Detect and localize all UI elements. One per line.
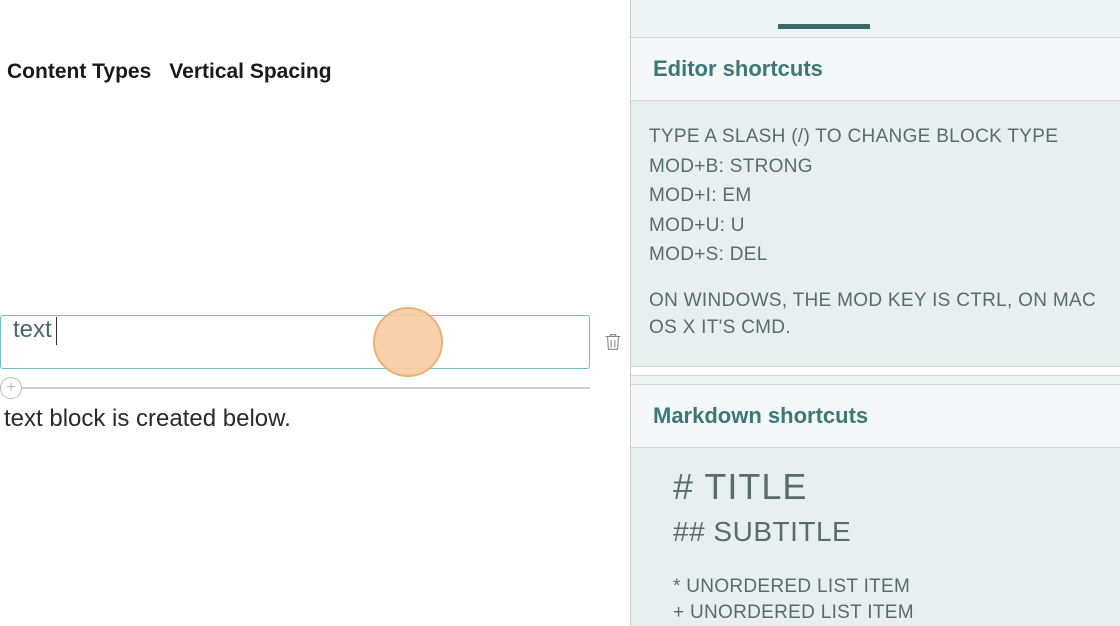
trash-icon[interactable] (602, 330, 624, 354)
md-subtitle: ## SUBTITLE (673, 516, 1078, 548)
editor-area: text + (0, 315, 630, 369)
md-list-item: + UNORDERED LIST ITEM (673, 602, 1078, 624)
left-panel: Content Types Vertical Spacing text + te… (0, 0, 630, 626)
tab-indicator (778, 24, 870, 29)
editor-shortcuts-header[interactable]: Editor shortcuts (631, 37, 1120, 101)
tab-content-types[interactable]: Content Types (7, 60, 151, 84)
shortcut-line: MOD+U: U (649, 212, 1102, 240)
md-title: # TITLE (673, 466, 1078, 508)
plus-icon[interactable]: + (0, 377, 22, 399)
editor-shortcuts-body: TYPE A SLASH (/) TO CHANGE BLOCK TYPE MO… (631, 101, 1120, 366)
markdown-shortcuts-body: # TITLE ## SUBTITLE * UNORDERED LIST ITE… (631, 448, 1120, 626)
below-text: text block is created below. (4, 405, 291, 433)
shortcut-line: MOD+S: DEL (649, 241, 1102, 269)
input-text: text (13, 316, 52, 343)
md-list-item: * UNORDERED LIST ITEM (673, 576, 1078, 598)
tab-vertical-spacing[interactable]: Vertical Spacing (169, 60, 331, 84)
text-block-input[interactable]: text (0, 315, 590, 369)
shortcut-line: MOD+I: EM (649, 182, 1102, 210)
markdown-shortcuts-header[interactable]: Markdown shortcuts (631, 384, 1120, 448)
editor-row: text (0, 315, 630, 369)
shortcut-note: ON WINDOWS, THE MOD KEY IS CTRL, ON MAC … (649, 287, 1102, 342)
shortcut-line: TYPE A SLASH (/) TO CHANGE BLOCK TYPE (649, 123, 1102, 151)
shortcut-line: MOD+B: STRONG (649, 153, 1102, 181)
tabs: Content Types Vertical Spacing (0, 0, 630, 84)
add-divider-line (22, 387, 590, 389)
right-panel: Editor shortcuts TYPE A SLASH (/) TO CHA… (630, 0, 1120, 626)
text-caret (56, 317, 57, 345)
section-separator (631, 366, 1120, 376)
